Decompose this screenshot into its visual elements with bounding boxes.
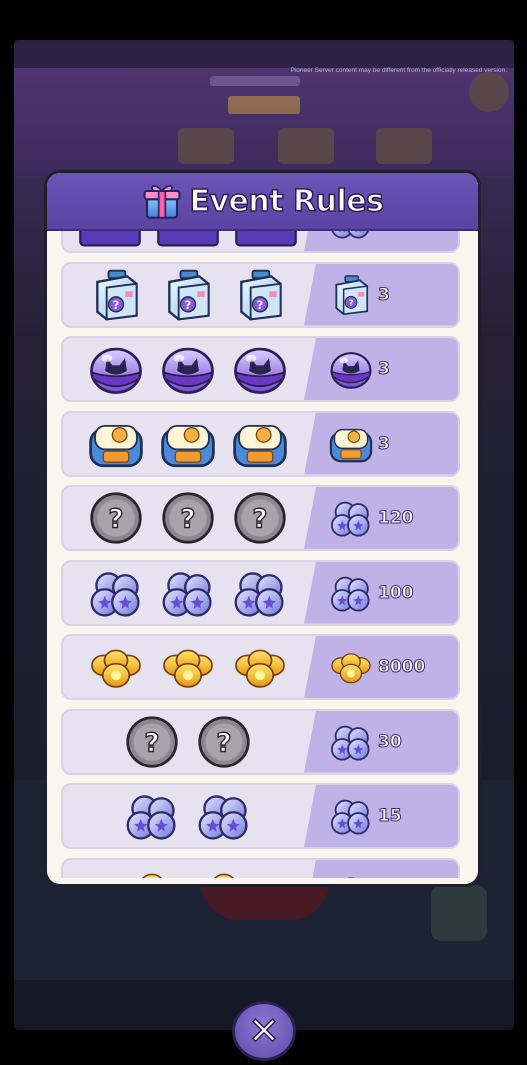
orb-cluster-icon	[87, 565, 145, 621]
gold-coin-pile-icon	[328, 645, 374, 689]
purple-chest-icon	[78, 231, 142, 249]
orb-cluster-icon	[328, 496, 374, 540]
reward-row: 120	[61, 485, 460, 551]
reward-row	[61, 231, 460, 253]
reward-row: 3	[61, 261, 460, 328]
purple-chest-icon	[156, 231, 220, 249]
reward-row: 100	[61, 559, 460, 626]
reward-quantity: 120	[378, 508, 414, 529]
cat-bed-icon	[87, 416, 145, 472]
reward-result: 100	[304, 561, 458, 624]
reward-requirement	[63, 338, 313, 400]
reward-row: 8000	[61, 634, 460, 700]
cat-bed-icon	[159, 416, 217, 472]
mystery-coin-icon	[159, 490, 217, 546]
reward-quantity: 8000	[377, 657, 426, 678]
reward-quantity: 3	[378, 359, 391, 380]
gold-coin-pile-icon	[195, 863, 253, 879]
event-rules-dialog: Event Rules 3 3 3 120 100 8000 30 15	[44, 170, 481, 887]
orb-cluster-icon	[328, 794, 374, 838]
mystery-coin-icon	[123, 714, 181, 770]
reward-requirement	[63, 413, 313, 475]
cat-capsule-icon	[328, 347, 374, 391]
cat-capsule-icon	[87, 341, 145, 397]
close-icon: ✕	[247, 1009, 280, 1053]
mystery-box-icon	[231, 267, 289, 323]
reward-quantity: 30	[378, 731, 403, 752]
reward-result: 30	[304, 710, 458, 773]
dialog-header: Event Rules	[47, 173, 478, 231]
reward-row	[61, 857, 460, 879]
reward-requirement	[63, 487, 313, 549]
reward-requirement	[63, 562, 313, 624]
reward-requirement	[63, 264, 313, 326]
orb-cluster-icon	[159, 565, 217, 621]
mystery-coin-icon	[87, 490, 145, 546]
mystery-coin-icon	[231, 490, 289, 546]
gold-coin-pile-icon	[87, 639, 145, 695]
orb-cluster-icon	[328, 231, 374, 242]
gold-coin-pile-icon	[123, 863, 181, 879]
orb-cluster-icon	[195, 788, 253, 844]
cat-bed-icon	[328, 422, 374, 466]
gold-coin-pile-icon	[159, 639, 217, 695]
reward-result: 3	[304, 263, 458, 326]
gold-coin-pile-icon	[328, 869, 374, 879]
reward-result: 8000	[304, 636, 458, 698]
reward-quantity: 3	[378, 284, 391, 305]
reward-quantity: 3	[378, 433, 391, 454]
reward-requirement	[63, 636, 313, 698]
mystery-box-icon	[159, 267, 217, 323]
reward-requirement	[63, 231, 313, 251]
mystery-box-icon	[328, 273, 374, 317]
orb-cluster-icon	[328, 571, 374, 615]
reward-row: 15	[61, 783, 460, 849]
gift-icon	[142, 181, 182, 221]
mystery-box-icon	[87, 267, 145, 323]
reward-result: 3	[304, 412, 458, 475]
reward-result	[304, 859, 458, 879]
reward-result: 15	[304, 785, 458, 847]
reward-row: 3	[61, 410, 460, 477]
reward-result	[304, 231, 458, 251]
mystery-coin-icon	[195, 714, 253, 770]
reward-quantity: 15	[378, 806, 403, 827]
cat-capsule-icon	[231, 341, 289, 397]
reward-quantity: 100	[378, 582, 414, 603]
reward-result: 3	[304, 338, 458, 400]
reward-row: 3	[61, 336, 460, 402]
cat-bed-icon	[231, 416, 289, 472]
gold-coin-pile-icon	[231, 639, 289, 695]
purple-chest-icon	[234, 231, 298, 249]
reward-requirement	[63, 785, 313, 847]
reward-result: 120	[304, 487, 458, 549]
orb-cluster-icon	[231, 565, 289, 621]
reward-requirement	[63, 711, 313, 773]
reward-row: 30	[61, 708, 460, 775]
orb-cluster-icon	[123, 788, 181, 844]
cat-capsule-icon	[159, 341, 217, 397]
reward-requirement	[63, 860, 313, 879]
rules-list[interactable]: 3 3 3 120 100 8000 30 15	[61, 231, 464, 878]
server-disclaimer: Pioneer Server content may be different …	[290, 67, 507, 74]
close-button[interactable]: ✕	[232, 1001, 296, 1061]
dialog-title: Event Rules	[189, 183, 385, 220]
orb-cluster-icon	[328, 720, 374, 764]
